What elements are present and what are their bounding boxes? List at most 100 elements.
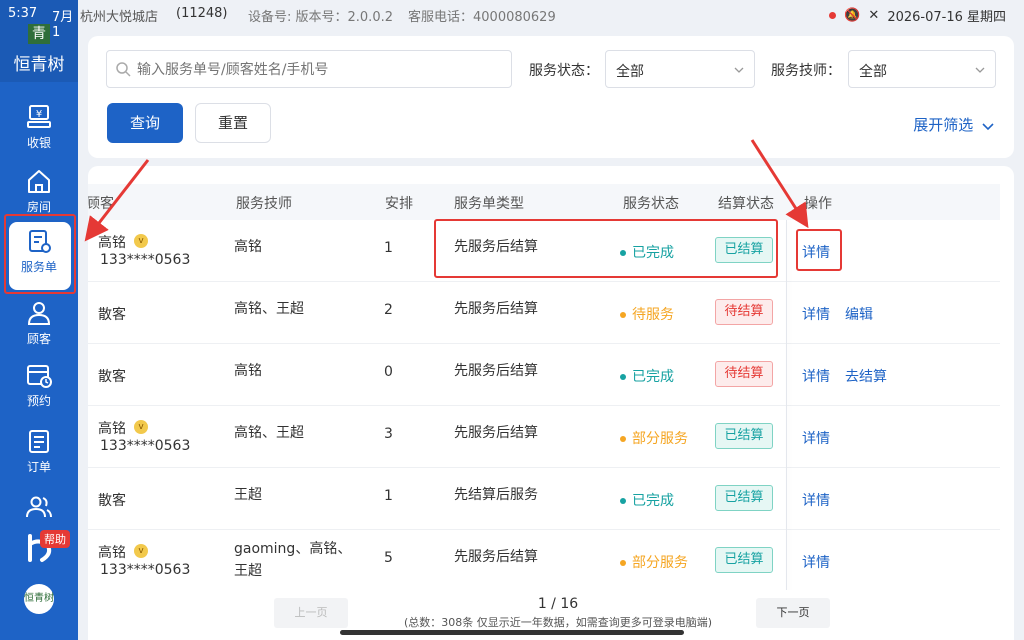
arrangement-count: 2: [384, 302, 393, 318]
service-status: 待服务: [620, 304, 674, 324]
table-row[interactable]: 高铭 v 133****0563 高铭、王超 3 先服务后结算 部分服务 已结算 详情: [88, 406, 1000, 468]
technician: 高铭: [234, 239, 262, 255]
service-status-text: 已完成: [632, 245, 674, 261]
customer-name: 高铭: [98, 235, 126, 251]
action-link[interactable]: 详情: [802, 242, 830, 262]
sidebar-item-service-order[interactable]: 服务单: [0, 220, 78, 290]
arrangement-count: 3: [384, 426, 393, 442]
sidebar-item-label: 预约: [26, 394, 51, 408]
sidebar-item-customer[interactable]: 顾客: [0, 292, 78, 354]
order-type: 先服务后结算: [454, 549, 538, 565]
settle-status-tag: 已结算: [715, 547, 773, 573]
sidebar-item-order[interactable]: 订单: [0, 420, 78, 482]
service-status: 已完成: [620, 366, 674, 386]
table-row[interactable]: 高铭 v 133****0563 高铭 1 先服务后结算 已完成 已结算 详情: [88, 220, 1000, 282]
status-dot-icon: [620, 250, 626, 256]
device-info: 设备号: 版本号：2.0.0.2: [248, 10, 393, 25]
prev-page-button[interactable]: 上一页: [274, 598, 348, 628]
table-row[interactable]: 高铭 v 133****0563 gaoming、高铭、王超 5 先服务后结算 部分服务 已结…: [88, 530, 1000, 592]
action-link[interactable]: 详情: [802, 490, 830, 510]
action-link[interactable]: 详情: [802, 428, 830, 448]
system-tray: 🔕 ✕ 2026-07-16 星期四: [829, 6, 1006, 25]
action-link[interactable]: 详情: [802, 552, 830, 572]
sidebar-item-room[interactable]: 房间: [0, 160, 78, 222]
settle-status-tag: 已结算: [715, 237, 773, 263]
sidebar-item-label: 收银: [26, 136, 51, 150]
action-link[interactable]: 编辑: [845, 304, 873, 324]
service-status: 已完成: [620, 242, 674, 262]
brand-name: 恒青树: [13, 55, 65, 75]
arrangement-count: 1: [384, 488, 393, 504]
technician: 王超: [234, 487, 262, 503]
system-date: 2026-07-16 星期四: [887, 10, 1006, 25]
order-type: 先结算后服务: [454, 487, 538, 503]
status-dot-icon: [620, 498, 626, 504]
bottom-logo: 恒青树: [24, 584, 54, 614]
next-page-button[interactable]: 下一页: [756, 598, 830, 628]
expand-filter-button[interactable]: 展开筛选: [913, 114, 994, 135]
service-phone: 客服电话：4000080629: [408, 10, 556, 25]
search-input[interactable]: [137, 57, 507, 83]
customer-phone: 133****0563: [100, 252, 191, 268]
settle-status-tag: 待结算: [715, 361, 773, 387]
service-status: 部分服务: [620, 428, 688, 448]
total-summary: (总数：308条 仅显示近一年数据，如需查询更多可登录电脑端): [403, 616, 713, 629]
service-status-text: 已完成: [632, 369, 674, 385]
service-status-text: 部分服务: [632, 555, 688, 571]
service-order-icon: [29, 230, 51, 253]
status-time: 5:37: [8, 6, 38, 21]
sidebar-item-cashier[interactable]: ¥ 收银: [0, 96, 78, 158]
help-badge[interactable]: 帮助: [40, 530, 70, 548]
vip-badge-icon: v: [134, 234, 148, 248]
status-select[interactable]: 全部: [605, 50, 755, 88]
status-dot-icon: [620, 374, 626, 380]
home-indicator: [340, 630, 684, 635]
chevron-down-icon: [975, 67, 985, 73]
col-actions: 操作: [804, 196, 832, 212]
customer-name: 高铭: [98, 421, 126, 437]
table-row[interactable]: 散客 高铭 0 先服务后结算 已完成 待结算 详情 去结算: [88, 344, 1000, 406]
status-date: 7月1: [52, 10, 74, 40]
status-dot-icon: [620, 436, 626, 442]
store-name: 杭州大悦城店: [80, 10, 159, 25]
expand-filter-label: 展开筛选: [913, 116, 974, 134]
search-box[interactable]: [106, 50, 512, 88]
col-service-status: 服务状态: [623, 196, 679, 212]
settle-status-tag: 已结算: [715, 423, 773, 449]
sidebar-item-appointment[interactable]: 预约: [0, 354, 78, 416]
vip-badge-icon: v: [134, 544, 148, 558]
query-button[interactable]: 查询: [107, 103, 183, 143]
customer-name: 散客: [98, 369, 126, 385]
table-header: 顾客 服务技师 安排 服务单类型 服务状态 结算状态 操作: [88, 184, 1000, 220]
order-type: 先服务后结算: [454, 363, 538, 379]
action-link[interactable]: 详情: [802, 304, 830, 324]
page-indicator: 1 / 16: [537, 596, 579, 612]
sidebar: 青 恒青树 5:37 7月1 ¥ 收银 房间 服务单 顾客 预约 订单 帮助 恒…: [0, 0, 78, 640]
record-dot-icon: [829, 12, 837, 19]
col-customer: 顾客: [88, 196, 114, 212]
chevron-down-icon: [734, 67, 744, 73]
tech-select[interactable]: 全部: [848, 50, 996, 88]
technician: 高铭: [234, 363, 262, 379]
customer-name: 散客: [98, 493, 126, 509]
service-status-text: 部分服务: [632, 431, 688, 447]
arrangement-count: 0: [384, 364, 393, 380]
table-row[interactable]: 散客 王超 1 先结算后服务 已完成 已结算 详情: [88, 468, 1000, 530]
settle-status-tag: 待结算: [715, 299, 773, 325]
col-technician: 服务技师: [236, 196, 292, 212]
mute-icon: 🔕: [844, 8, 861, 23]
settle-status-tag: 已结算: [715, 485, 773, 511]
status-select-value: 全部: [616, 64, 644, 80]
brand-mark: 青: [28, 24, 50, 44]
table-row[interactable]: 散客 高铭、王超 2 先服务后结算 待服务 待结算 详情 编辑: [88, 282, 1000, 344]
action-link[interactable]: 去结算: [845, 366, 887, 386]
status-filter-label: 服务状态：: [529, 63, 599, 79]
customer-name: 散客: [98, 307, 126, 323]
action-link[interactable]: 详情: [802, 366, 830, 386]
tech-filter-label: 服务技师：: [771, 63, 841, 79]
technician: 高铭、王超: [234, 301, 304, 317]
cashier-icon: ¥: [27, 105, 51, 128]
actions-column-divider: [786, 220, 787, 640]
reset-button[interactable]: 重置: [195, 103, 271, 143]
status-dot-icon: [620, 312, 626, 318]
